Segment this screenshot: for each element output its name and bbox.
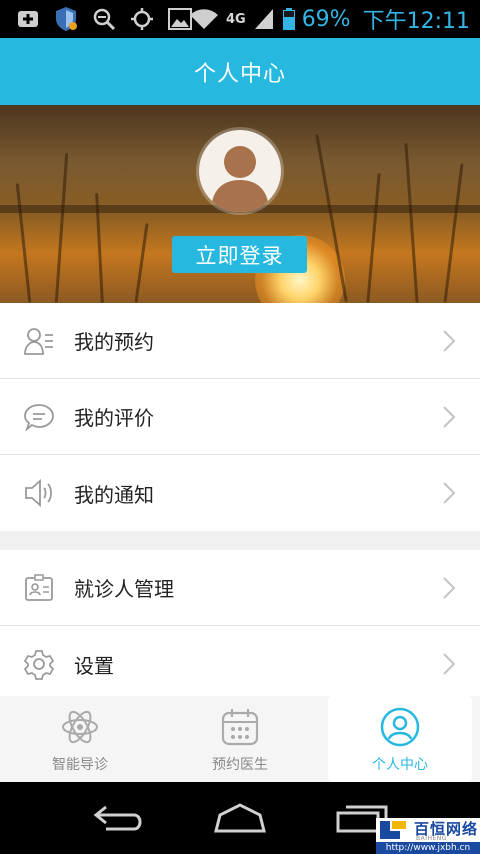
menu-label: 我的预约 [74, 330, 154, 354]
status-bar: 4G 69% 下午12:11 [0, 0, 480, 38]
menu-item-my-notifications[interactable]: 我的通知 [0, 455, 480, 531]
banner-grass [366, 173, 381, 303]
menu-item-settings[interactable]: 设置 [0, 626, 480, 702]
menu-item-my-appointments[interactable]: 我的预约 [0, 303, 480, 379]
menu-label: 设置 [74, 653, 114, 678]
chevron-right-icon [443, 576, 456, 599]
tab-smart-triage[interactable]: 智能导诊 [0, 696, 160, 782]
tab-book-doctor[interactable]: 预约医生 [160, 696, 320, 782]
atom-icon [59, 706, 101, 748]
wifi-icon [188, 7, 220, 31]
user-list-icon [22, 324, 56, 358]
zoom-out-icon [92, 7, 116, 31]
back-arrow-icon [93, 805, 142, 831]
tab-label: 个人中心 [372, 757, 428, 773]
login-button[interactable]: 立即登录 [172, 236, 307, 273]
shield-icon [54, 7, 78, 31]
menu-group-primary: 我的预约 我的评价 我的通知 [0, 303, 480, 531]
signal-icon [252, 7, 276, 31]
id-card-icon [22, 571, 56, 605]
watermark: 百恒网络 BAIHENG NETWORK http://www.jxbh.cn [376, 818, 480, 854]
screen: 4G 69% 下午12:11 个人中心 立即登录 我的预约 我的评价 我的通知 … [0, 0, 480, 854]
watermark-url: http://www.jxbh.cn [376, 842, 480, 854]
watermark-logo-icon [378, 819, 408, 841]
gear-icon [22, 647, 56, 681]
plus-notification-icon [16, 7, 40, 31]
home-icon [214, 803, 266, 833]
menu-item-my-reviews[interactable]: 我的评价 [0, 379, 480, 455]
chevron-right-icon [443, 653, 456, 675]
bottom-tab-bar: 智能导诊 预约医生 个人中心 [0, 696, 480, 782]
banner-grass [15, 183, 32, 303]
chat-bubble-icon [22, 400, 56, 434]
title-bar: 个人中心 [0, 38, 480, 105]
home-button[interactable] [210, 800, 270, 836]
gps-icon [130, 7, 154, 31]
menu-label: 就诊人管理 [74, 577, 174, 601]
banner-grass [443, 163, 464, 303]
menu-label: 我的通知 [74, 482, 154, 507]
battery-percent: 69% [301, 6, 351, 32]
profile-banner: 立即登录 [0, 105, 480, 303]
chevron-right-icon [443, 405, 456, 428]
banner-grass [134, 223, 149, 303]
back-button[interactable] [90, 800, 150, 836]
page-title: 个人中心 [193, 61, 286, 87]
menu-group-secondary: 就诊人管理 设置 [0, 550, 480, 702]
menu-label: 我的评价 [74, 406, 154, 430]
tab-personal-center[interactable]: 个人中心 [328, 696, 472, 782]
menu-item-patient-management[interactable]: 就诊人管理 [0, 550, 480, 626]
banner-grass [54, 153, 69, 303]
tab-label: 预约医生 [212, 757, 268, 773]
chevron-right-icon [443, 482, 456, 504]
battery-icon [282, 7, 296, 31]
default-avatar-icon [211, 146, 269, 212]
speaker-icon [22, 476, 56, 510]
clock: 下午12:11 [362, 9, 470, 34]
tab-label: 智能导诊 [52, 757, 108, 773]
avatar[interactable] [199, 130, 281, 212]
calendar-icon [219, 706, 261, 748]
banner-grass [404, 143, 419, 303]
chevron-right-icon [443, 329, 456, 352]
network-type: 4G [225, 11, 246, 27]
person-circle-icon [379, 706, 421, 748]
